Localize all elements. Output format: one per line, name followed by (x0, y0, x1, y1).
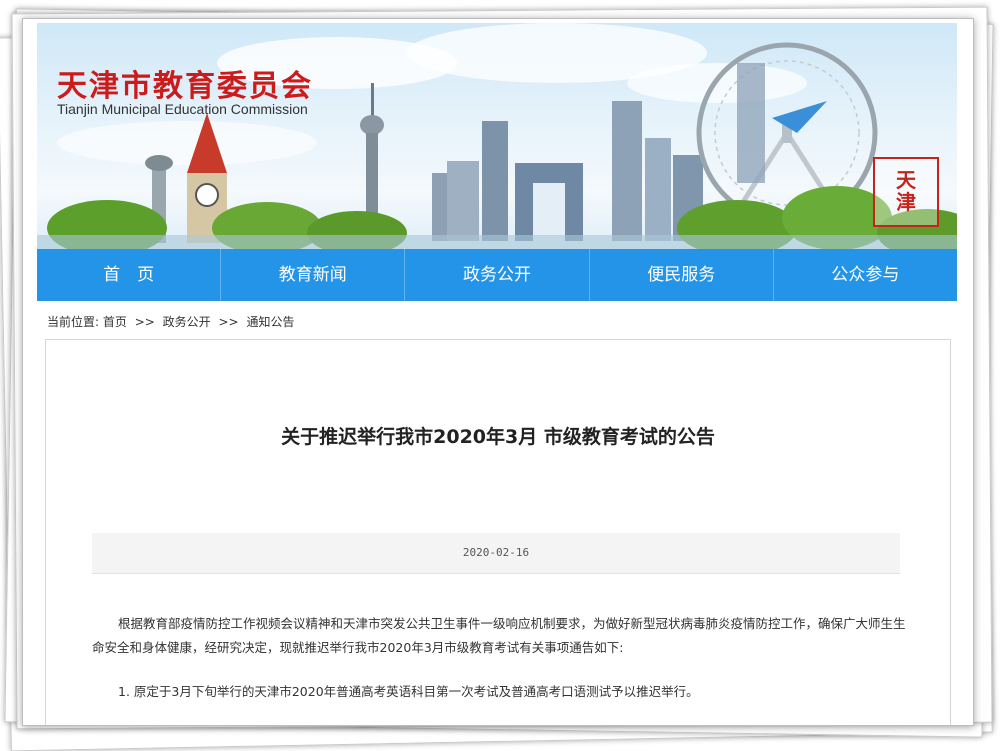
breadcrumb: 当前位置: 首页 >> 政务公开 >> 通知公告 (47, 313, 294, 330)
article-date: 2020-02-16 (92, 533, 900, 574)
article-title: 关于推迟举行我市2020年3月 市级教育考试的公告 (281, 426, 715, 448)
header-banner: 天津市教育委员会 Tianjin Municipal Education Com… (37, 23, 957, 249)
main-navigation: 首 页 教育新闻 政务公开 便民服务 公众参与 (37, 249, 957, 301)
article-paragraph: 根据教育部疫情防控工作视频会议精神和天津市突发公共卫生事件一级响应机制要求，为做… (92, 616, 906, 655)
breadcrumb-item-notices[interactable]: 通知公告 (246, 315, 294, 329)
page-frame: 天津市教育委员会 Tianjin Municipal Education Com… (22, 18, 974, 726)
nav-item-government-affairs[interactable]: 政务公开 (405, 249, 590, 301)
city-skyline-illustration (37, 23, 957, 249)
breadcrumb-label: 当前位置: (47, 315, 100, 329)
breadcrumb-separator: >> (218, 315, 239, 329)
nav-item-public-participation[interactable]: 公众参与 (774, 249, 957, 301)
breadcrumb-item-government-affairs[interactable]: 政务公开 (163, 315, 211, 329)
seal-logo: 天津 (873, 157, 939, 227)
nav-item-public-services[interactable]: 便民服务 (590, 249, 774, 301)
webpage: 天津市教育委员会 Tianjin Municipal Education Com… (37, 23, 957, 725)
breadcrumb-separator: >> (134, 315, 155, 329)
site-subtitle: Tianjin Municipal Education Commission (57, 101, 308, 117)
article-paragraph: 1. 原定于3月下旬举行的天津市2020年普通高考英语科目第一次考试及普通高考口… (118, 684, 699, 699)
site-title: 天津市教育委员会 (57, 69, 313, 104)
nav-item-home[interactable]: 首 页 (37, 249, 222, 301)
nav-item-education-news[interactable]: 教育新闻 (221, 249, 406, 301)
breadcrumb-item-home[interactable]: 首页 (103, 315, 127, 329)
article-panel: 关于推迟举行我市2020年3月 市级教育考试的公告 2020-02-16 根据教… (45, 339, 951, 725)
